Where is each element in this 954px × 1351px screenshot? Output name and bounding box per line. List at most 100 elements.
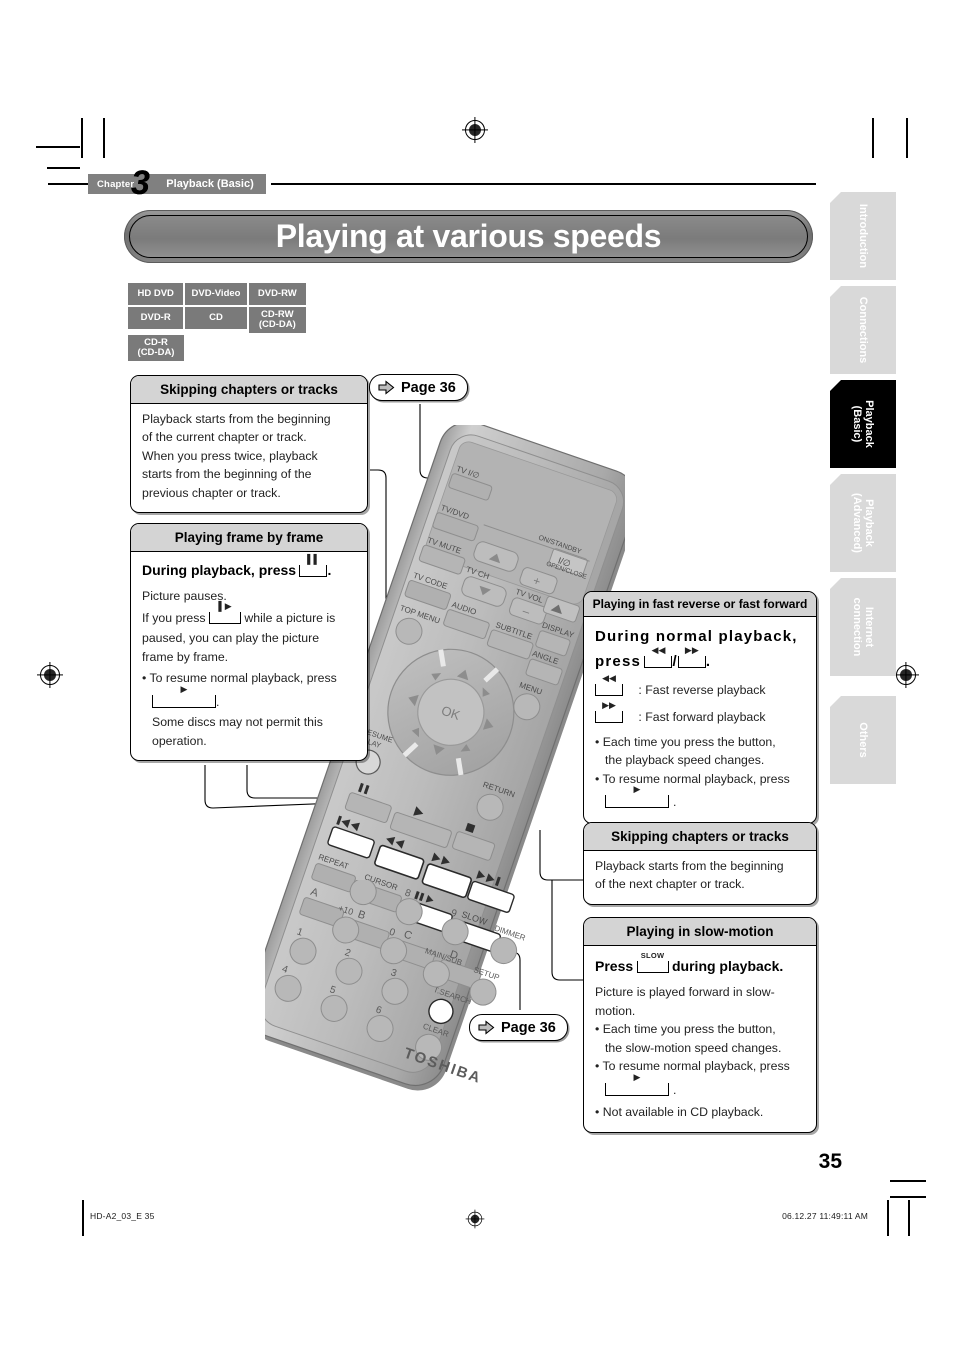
box-fast-heading: Playing in fast reverse or fast forward (584, 592, 816, 617)
sidebar-label-line1: Playback (863, 400, 875, 448)
crop-mark-br-v2 (908, 1200, 910, 1236)
crop-mark-tr-v2 (906, 118, 908, 158)
tab-corner (830, 578, 841, 589)
chapter-title-box: Playback (Basic) (144, 174, 266, 194)
sidebar-item-internet-connection[interactable]: Internet connection (830, 578, 896, 676)
badge-cd: CD (185, 307, 247, 329)
box-frame-by-frame-body: During playback, press ▌▌ . Picture paus… (131, 552, 367, 760)
text-punct: . (705, 653, 712, 671)
page-title-banner: Playing at various speeds (124, 210, 813, 263)
text-line: Playback starts from the beginning (595, 859, 784, 873)
sidebar-label-line2: (Advanced) (851, 493, 863, 553)
badge-dvd-r: DVD-R (128, 307, 184, 329)
text-line: paused, you can play the picture (142, 631, 320, 646)
sidebar-item-label: Connections (857, 296, 869, 364)
registration-mark-left (40, 665, 60, 685)
fast-forward-legend-key-icon: ▶▶ (595, 701, 623, 728)
tab-corner (830, 286, 841, 297)
text-line: Picture pauses. (142, 589, 227, 604)
sidebar-item-others[interactable]: Others (830, 696, 896, 784)
page-ref-top-label: Page 36 (401, 379, 456, 396)
fast-reverse-key-icon: ◀◀ (644, 646, 673, 673)
box-skipping-next-body: Playback starts from the beginning of th… (584, 851, 816, 904)
crop-mark-br-h (890, 1180, 926, 1182)
box-slow-motion: Playing in slow-motion Press SLOW during… (583, 917, 817, 1133)
box-skipping-previous: Skipping chapters or tracks Playback sta… (130, 375, 368, 514)
badge-dvd-rw: DVD-RW (248, 283, 306, 305)
sidebar-label-line1: Internet (863, 606, 875, 648)
badge-hd-dvd: HD DVD (128, 283, 184, 305)
badge-cd-rw: CD-RW (CD-DA) (248, 307, 306, 333)
text-line: while a picture is (244, 610, 336, 625)
tab-corner (830, 474, 841, 485)
tab-corner (830, 380, 841, 391)
text-line: If you press (142, 610, 206, 625)
box-skipping-next: Skipping chapters or tracks Playback sta… (583, 822, 817, 905)
registration-mark-top (465, 120, 485, 140)
box-skipping-previous-heading: Skipping chapters or tracks (131, 376, 367, 404)
text-line: Press (595, 958, 634, 974)
svg-text:9: 9 (449, 908, 458, 920)
text-punct: . (673, 795, 677, 810)
tab-corner (830, 696, 841, 707)
sidebar-item-label: Internet connection (851, 598, 875, 657)
arrow-right-icon (478, 1020, 495, 1035)
text-line: : Fast reverse playback (638, 682, 766, 697)
chapter-rule-right (271, 183, 816, 185)
play-key-icon: ▶ (152, 684, 216, 713)
text-line: • Not available in CD playback. (595, 1105, 764, 1120)
text-line: During normal playback, (595, 628, 798, 645)
sidebar-item-label: Others (857, 722, 869, 758)
fast-forward-key-icon: ▶▶ (677, 646, 706, 673)
text-line: of the current chapter or track. (142, 430, 307, 445)
svg-text:8: 8 (403, 888, 412, 900)
box-slow-motion-body: Press SLOW during playback. Picture is p… (584, 946, 816, 1132)
text-line: : Fast forward playback (638, 710, 766, 725)
text-line: When you press twice, playback (142, 448, 318, 463)
text-line: press (595, 653, 642, 671)
text-line: Picture is played forward in slow- (595, 985, 775, 1000)
sidebar-item-connections[interactable]: Connections (830, 286, 896, 374)
slow-key-icon: SLOW (636, 951, 669, 978)
crop-mark-tl-v (81, 118, 83, 158)
media-badge-row: CD-R (CD-DA) (128, 335, 308, 361)
text-line: of the next chapter or track. (595, 877, 745, 892)
fast-reverse-legend-key-icon: ◀◀ (595, 673, 623, 701)
page-ref-bottom[interactable]: Page 36 (469, 1014, 568, 1041)
text-line: the playback speed changes. (605, 753, 765, 768)
sidebar-item-label: Playback (Basic) (851, 400, 875, 448)
badge-cd-r: CD-R (CD-DA) (128, 335, 184, 361)
sidebar-item-introduction[interactable]: Introduction (830, 192, 896, 280)
media-format-badges: HD DVD DVD-Video DVD-RW DVD-R CD CD-RW (… (128, 283, 308, 363)
text-punct: . (673, 1082, 677, 1097)
badge-cd-r-line2: (CD-DA) (137, 347, 175, 358)
text-line: the slow-motion speed changes. (605, 1040, 782, 1055)
pause-step-key-icon: ▌▶ (208, 601, 241, 629)
page-ref-bottom-label: Page 36 (501, 1019, 556, 1036)
page-ref-top[interactable]: Page 36 (369, 374, 468, 401)
page-title: Playing at various speeds (275, 218, 662, 254)
play-key-icon: ▶ (605, 785, 669, 813)
text-line: motion. (595, 1003, 636, 1018)
tab-corner (830, 192, 841, 203)
box-skipping-next-heading: Skipping chapters or tracks (584, 823, 816, 851)
sidebar-item-label: Introduction (857, 203, 869, 269)
page-number: 35 (818, 1150, 842, 1173)
text-punct: . (216, 694, 220, 709)
box-fast-body: During normal playback, press ◀◀ / ▶▶ . … (584, 617, 816, 823)
crop-mark-tl-h (36, 146, 80, 148)
badge-cd-rw-line2: (CD-DA) (258, 319, 296, 330)
text-punct: . (327, 562, 332, 578)
box-slow-motion-heading: Playing in slow-motion (584, 918, 816, 946)
box-frame-by-frame-heading: Playing frame by frame (131, 524, 367, 552)
sidebar-item-label: Playback (Advanced) (851, 493, 875, 553)
badge-dvd-video: DVD-Video (185, 283, 247, 305)
text-line: • Each time you press the button, (595, 734, 776, 749)
box-skipping-previous-body: Playback starts from the beginning of th… (131, 404, 367, 512)
text-line: previous chapter or track. (142, 485, 281, 500)
sidebar-item-playback-advanced[interactable]: Playback (Advanced) (830, 474, 896, 572)
sidebar-label-line1: Playback (863, 499, 875, 547)
slow-key-label: SLOW (640, 951, 665, 960)
arrow-right-icon (378, 380, 395, 395)
sidebar-item-playback-basic[interactable]: Playback (Basic) (830, 380, 896, 468)
